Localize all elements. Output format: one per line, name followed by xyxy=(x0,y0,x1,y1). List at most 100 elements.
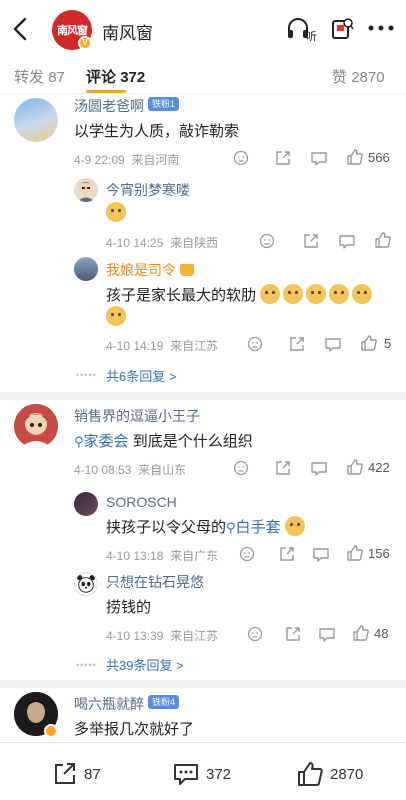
repost-icon[interactable] xyxy=(288,336,306,352)
comment-icon xyxy=(174,764,198,785)
comment-icon[interactable] xyxy=(310,460,328,476)
reply-meta: 4-10 14:19 来自江苏 xyxy=(106,339,219,353)
like-icon[interactable] xyxy=(346,545,364,561)
red-packet-search-icon[interactable] xyxy=(330,16,354,42)
like-count: 5 xyxy=(384,336,392,351)
reply-meta: 4-10 13:39 来自江苏 xyxy=(106,629,219,643)
doge-emoji-icon xyxy=(260,284,281,304)
account-name[interactable]: 南风窗 xyxy=(102,19,153,44)
dislike-icon[interactable] xyxy=(246,626,264,642)
doge-emoji-icon xyxy=(329,284,350,304)
laugh-emoji-icon xyxy=(106,202,126,222)
like-count: 48 xyxy=(374,626,389,641)
reply-meta: 4-10 14:25 来自陕西 xyxy=(106,236,219,250)
like-icon[interactable] xyxy=(360,335,378,351)
comment-icon[interactable] xyxy=(318,626,336,642)
thread-dots: ••••• xyxy=(76,660,97,670)
divider xyxy=(0,680,406,688)
comment-icon[interactable] xyxy=(312,546,330,562)
reply-text: 捞钱的 xyxy=(106,599,152,616)
like-icon[interactable] xyxy=(346,459,364,475)
like-icon[interactable] xyxy=(346,149,364,165)
comment-text: 多举报几次就好了 xyxy=(74,721,195,738)
comment-meta: 4-10 08:53 来自山东 xyxy=(74,463,187,477)
repost-icon[interactable] xyxy=(302,233,320,249)
comment-icon[interactable] xyxy=(310,150,328,166)
panda-icon xyxy=(76,574,96,593)
repost-icon[interactable] xyxy=(274,460,292,476)
like-icon xyxy=(298,762,323,786)
reply-username[interactable]: SOROSCH xyxy=(106,494,177,510)
like-count: 422 xyxy=(368,460,390,475)
dislike-icon[interactable] xyxy=(232,150,250,166)
like-button[interactable]: 2870 xyxy=(296,761,363,787)
more-icon[interactable] xyxy=(366,18,396,38)
like-icon[interactable] xyxy=(374,232,392,248)
dislike-icon[interactable] xyxy=(258,233,276,249)
reply-text: 孩子是家长最大的软肋 xyxy=(106,284,375,305)
username[interactable]: 喝六瓶就醉 xyxy=(74,694,144,714)
repost-button[interactable]: 87 xyxy=(52,761,101,787)
avatar[interactable] xyxy=(14,98,58,142)
repost-icon[interactable] xyxy=(284,626,302,642)
comment-text: 以学生为人质，敲诈勒索 xyxy=(74,123,240,140)
divider xyxy=(0,392,406,400)
tab-bar: 转发 87 评论 372 赞 2870 xyxy=(0,56,406,94)
repost-count: 87 xyxy=(84,765,101,783)
repost-icon[interactable] xyxy=(278,546,296,562)
like-count: 2870 xyxy=(330,765,364,783)
reply-username[interactable]: 今宵别梦寒喽 xyxy=(106,180,190,200)
reply-username[interactable]: 只想在钻石晃悠 xyxy=(106,572,204,592)
doge-emoji-icon xyxy=(352,284,373,304)
dislike-icon[interactable] xyxy=(232,460,250,476)
comment-icon[interactable] xyxy=(338,233,356,249)
like-count: 156 xyxy=(368,546,390,561)
thread-dots: ••••• xyxy=(76,370,97,380)
reply-avatar[interactable] xyxy=(74,257,98,281)
comment-button[interactable]: 372 xyxy=(172,761,231,787)
repost-icon[interactable] xyxy=(274,150,292,166)
reply-text: 挟孩子以令父母的⚲白手套 xyxy=(106,516,308,537)
username[interactable]: 销售界的逗逼小王子 xyxy=(74,406,200,426)
avatar-illustration xyxy=(14,404,58,448)
avatar-illustration xyxy=(77,182,95,202)
more-replies-link[interactable]: 共6条回复 > xyxy=(106,366,176,385)
tab-comments[interactable]: 评论 372 xyxy=(86,66,145,87)
doge-emoji-icon xyxy=(306,284,327,304)
reply-meta: 4-10 13:18 来自广东 xyxy=(106,549,219,563)
comment-text: ⚲家委会 到底是个什么组织 xyxy=(74,433,253,450)
username[interactable]: 汤圆老爸啊 xyxy=(74,96,144,116)
reply-username[interactable]: 我娘是司令 xyxy=(106,260,194,280)
reply-avatar[interactable] xyxy=(74,178,98,202)
reply-avatar[interactable] xyxy=(74,572,98,596)
search-icon: ⚲ xyxy=(226,520,236,535)
doge-emoji-icon xyxy=(283,284,304,304)
tab-likes[interactable]: 赞 2870 xyxy=(332,66,385,87)
dislike-icon[interactable] xyxy=(238,546,256,562)
repost-icon xyxy=(55,763,75,784)
topic-link[interactable]: ⚲家委会 xyxy=(74,433,129,450)
verified-icon: V xyxy=(78,36,92,50)
avatar[interactable] xyxy=(14,404,58,448)
comment-icon[interactable] xyxy=(324,336,342,352)
crown-icon xyxy=(179,264,194,276)
search-icon: ⚲ xyxy=(74,434,84,449)
comment-meta: 4-9 22:09 来自河南 xyxy=(74,153,180,167)
bottom-action-bar: 87 372 2870 xyxy=(0,742,406,800)
topic-link[interactable]: ⚲白手套 xyxy=(226,519,281,536)
like-count: 566 xyxy=(368,150,390,165)
more-replies-link[interactable]: 共39条回复 > xyxy=(106,655,184,674)
top-bar: 南风窗 V 南风窗 听 xyxy=(0,0,406,56)
back-icon[interactable] xyxy=(10,16,32,42)
doge-emoji-icon xyxy=(284,516,305,536)
divider xyxy=(0,93,406,94)
reply-text xyxy=(106,202,129,222)
reply-avatar[interactable] xyxy=(74,492,98,516)
comment-count: 372 xyxy=(206,765,232,783)
like-icon[interactable] xyxy=(352,625,370,641)
listen-icon[interactable]: 听 xyxy=(286,16,318,42)
fan-badge: 铁粉4 xyxy=(148,695,180,709)
fan-badge: 铁粉1 xyxy=(148,97,180,111)
dislike-icon[interactable] xyxy=(246,336,264,352)
tab-reposts[interactable]: 转发 87 xyxy=(14,66,65,87)
